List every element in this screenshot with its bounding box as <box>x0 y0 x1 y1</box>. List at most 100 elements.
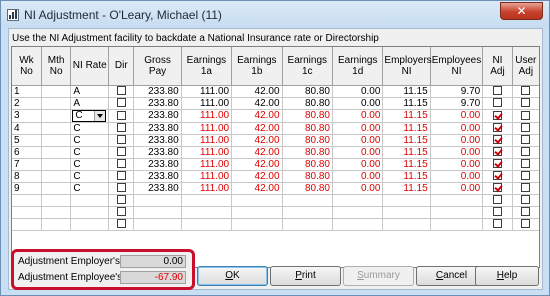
empty-cell <box>482 206 513 219</box>
director-checkbox[interactable] <box>116 195 126 205</box>
empty-cell <box>231 194 283 207</box>
column-header-e1a: Earnings 1a <box>181 47 233 86</box>
empty-cell <box>108 194 135 207</box>
user-adj-checkbox[interactable] <box>521 86 531 96</box>
ni-adj-checkbox[interactable] <box>492 86 502 96</box>
director-checkbox[interactable] <box>116 86 126 96</box>
earnings-1c-cell: 80.80 <box>282 85 333 98</box>
empty-cell <box>231 218 283 231</box>
employees-ni-cell: 9.70 <box>430 97 484 110</box>
gross-pay-cell: 233.80 <box>133 97 182 110</box>
ni-adj-cell <box>482 109 513 123</box>
ni-rate-cell[interactable]: A <box>70 85 110 98</box>
print-button[interactable]: Print <box>270 266 341 286</box>
ni-adj-checkbox[interactable] <box>492 219 502 229</box>
director-checkbox[interactable] <box>116 183 126 193</box>
user-adj-checkbox[interactable] <box>521 159 531 169</box>
ni-rate-cell[interactable]: C <box>70 146 110 159</box>
close-icon[interactable]: ✕ <box>500 2 543 20</box>
director-checkbox[interactable] <box>116 219 126 229</box>
director-cell <box>108 85 135 98</box>
table-row-empty <box>12 206 539 219</box>
director-checkbox[interactable] <box>116 110 126 120</box>
app-icon <box>7 9 19 21</box>
table-row: 3 C 233.80 111.00 42.00 80.80 0.00 11.15 0.00 <box>12 109 539 123</box>
ni-rate-cell[interactable]: C <box>70 182 110 195</box>
employers-ni-cell: 11.15 <box>382 109 431 123</box>
ni-adj-checkbox[interactable] <box>492 135 502 145</box>
window-title: NI Adjustment - O'Leary, Michael (11) <box>24 8 222 22</box>
earnings-1d-cell: 0.00 <box>332 85 384 98</box>
chevron-down-icon[interactable] <box>94 110 106 121</box>
empty-cell <box>512 206 539 219</box>
table-row: 8 C 233.80 111.00 42.00 80.80 0.00 11.15 0.00 <box>12 170 539 183</box>
help-button[interactable]: Help <box>475 266 539 286</box>
column-header-mth: Mth No <box>41 47 72 86</box>
ni-adj-checkbox[interactable] <box>492 147 502 157</box>
user-adj-checkbox[interactable] <box>521 123 531 133</box>
employees-ni-cell: 0.00 <box>430 109 484 123</box>
earnings-1a-cell: 111.00 <box>181 182 233 195</box>
empty-cell <box>430 206 484 219</box>
empty-cell <box>282 194 333 207</box>
ni-rate-cell[interactable]: C <box>70 109 110 123</box>
ni-adj-checkbox[interactable] <box>492 159 502 169</box>
user-adj-checkbox[interactable] <box>521 110 531 120</box>
week-number-cell: 9 <box>12 182 42 195</box>
ni-adj-checkbox[interactable] <box>492 98 502 108</box>
empty-cell <box>282 206 333 219</box>
ni-rate-cell[interactable]: C <box>70 134 110 147</box>
ni-rate-cell[interactable]: C <box>70 158 110 171</box>
employers-ni-cell: 11.15 <box>382 85 431 98</box>
director-checkbox[interactable] <box>116 147 126 157</box>
summary-button[interactable]: Summary <box>343 266 414 286</box>
ni-rate-cell[interactable]: C <box>70 170 110 183</box>
ok-button[interactable]: OK <box>197 266 268 286</box>
help-accel: H <box>496 270 504 281</box>
ni-adj-checkbox[interactable] <box>492 123 502 133</box>
empty-cell <box>231 206 283 219</box>
empty-cell <box>282 218 333 231</box>
user-adj-checkbox[interactable] <box>521 207 531 217</box>
help-label: elp <box>503 270 518 281</box>
earnings-1a-cell: 111.00 <box>181 122 233 135</box>
director-checkbox[interactable] <box>116 159 126 169</box>
earnings-1c-cell: 80.80 <box>282 134 333 147</box>
week-number-cell: 5 <box>12 134 42 147</box>
title-bar[interactable]: NI Adjustment - O'Leary, Michael (11) ✕ <box>1 1 549 28</box>
director-checkbox[interactable] <box>116 98 126 108</box>
ni-rate-dropdown[interactable]: C <box>72 109 107 121</box>
earnings-1d-cell: 0.00 <box>332 109 384 123</box>
user-adj-checkbox[interactable] <box>521 195 531 205</box>
ni-rate-cell[interactable]: A <box>70 97 110 110</box>
director-checkbox[interactable] <box>116 207 126 217</box>
ni-adj-checkbox[interactable] <box>492 207 502 217</box>
user-adj-checkbox[interactable] <box>521 183 531 193</box>
empty-cell <box>382 206 431 219</box>
ni-adj-checkbox[interactable] <box>492 110 502 120</box>
column-header-gross: Gross Pay <box>133 47 182 86</box>
user-adj-checkbox[interactable] <box>521 219 531 229</box>
ni-rate-cell[interactable]: C <box>70 122 110 135</box>
user-adj-checkbox[interactable] <box>521 171 531 181</box>
director-checkbox[interactable] <box>116 123 126 133</box>
director-checkbox[interactable] <box>116 135 126 145</box>
user-adj-checkbox[interactable] <box>521 147 531 157</box>
empty-cell <box>70 194 110 207</box>
ni-adj-checkbox[interactable] <box>492 171 502 181</box>
empty-cell <box>181 206 233 219</box>
employees-ni-cell: 0.00 <box>430 134 484 147</box>
empty-cell <box>41 194 72 207</box>
empty-cell <box>430 218 484 231</box>
user-adj-checkbox[interactable] <box>521 135 531 145</box>
empty-cell <box>133 194 182 207</box>
gross-pay-cell: 233.80 <box>133 122 182 135</box>
empty-cell <box>41 206 72 219</box>
ni-adj-checkbox[interactable] <box>492 195 502 205</box>
director-checkbox[interactable] <box>116 171 126 181</box>
ni-adj-checkbox[interactable] <box>492 183 502 193</box>
earnings-1b-cell: 42.00 <box>231 109 283 123</box>
empty-cell <box>133 218 182 231</box>
user-adj-checkbox[interactable] <box>521 98 531 108</box>
earnings-1b-cell: 42.00 <box>231 97 283 110</box>
